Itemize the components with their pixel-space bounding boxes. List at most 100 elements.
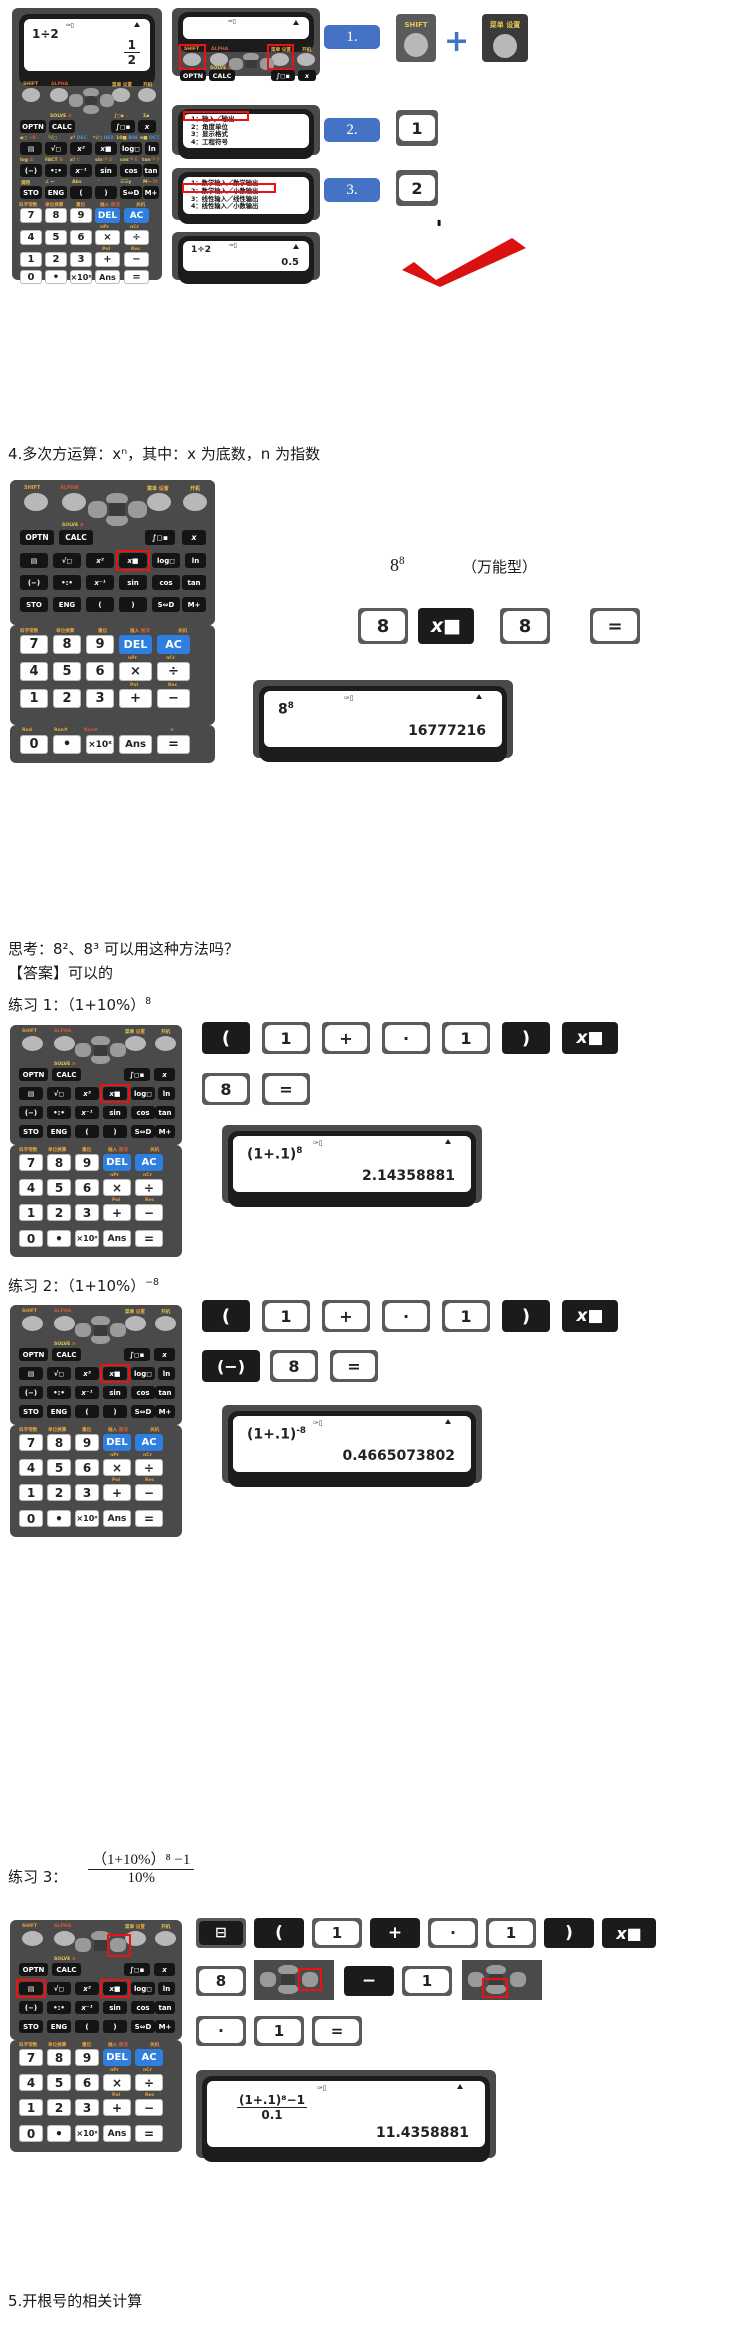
p1-key-negative[interactable]: (−) [19, 1106, 43, 1119]
p1-key-sqrt[interactable]: √◻ [47, 1087, 71, 1100]
p2-key-x[interactable]: x [154, 1348, 175, 1361]
p3-seq-dpad-thumb-2[interactable] [462, 1960, 542, 2000]
p2-dpad-right[interactable] [110, 1323, 126, 1337]
s4-key-cos[interactable]: cos [152, 575, 180, 590]
keycap-menu-illustration[interactable]: 菜单 设置 [482, 14, 528, 62]
io-menu-item-4[interactable]: 4：线性输入／小数输出 [191, 203, 309, 211]
p3-seq-key-plus[interactable]: + [370, 1918, 420, 1948]
p3-key-8[interactable]: 8 [47, 2049, 71, 2066]
p2-key-menu[interactable] [125, 1316, 146, 1331]
panel1-key-calc[interactable]: CALC [209, 70, 235, 81]
p1-key-dms[interactable]: •:• [47, 1106, 71, 1119]
key-alpha[interactable] [50, 88, 68, 102]
panel1-key-alpha[interactable] [210, 53, 228, 66]
s4-key-multiply[interactable]: × [119, 662, 152, 681]
p3-key-paren-open[interactable]: ( [75, 2020, 99, 2033]
p1-key-3[interactable]: 3 [75, 1204, 99, 1221]
p3-thumb1-dpad-down[interactable] [278, 1984, 298, 1994]
key-ln[interactable]: ln [145, 142, 159, 155]
p1-key-equals[interactable]: = [135, 1230, 163, 1247]
panel1-dpad-center[interactable] [245, 60, 257, 68]
s4-key-sd[interactable]: S⇔D [152, 597, 180, 612]
p2-key-power[interactable] [155, 1316, 176, 1331]
p3-key-alpha[interactable] [54, 1931, 75, 1946]
p2-key-alpha[interactable] [54, 1316, 75, 1331]
s4-seq-key-8a[interactable]: 8 [361, 611, 405, 641]
p1-key-ans[interactable]: Ans [103, 1230, 131, 1247]
p3-key-5[interactable]: 5 [47, 2074, 71, 2091]
key-6[interactable]: 6 [70, 230, 92, 245]
key-power[interactable] [138, 88, 156, 102]
key-decimal[interactable]: • [45, 270, 67, 284]
p3-seq-key-dot2[interactable]: · [199, 2019, 243, 2043]
key-del[interactable]: DEL [95, 208, 120, 223]
keycap-2[interactable]: 2 [399, 175, 435, 201]
p3-key-7[interactable]: 7 [19, 2049, 43, 2066]
s4-key-2[interactable]: 2 [53, 689, 81, 708]
p2-seq-key-dot[interactable]: · [385, 1303, 427, 1329]
p3-seq-key-paren-close[interactable]: ) [544, 1918, 594, 1948]
dpad-down[interactable] [83, 105, 99, 114]
p2-seq-key-paren-close[interactable]: ) [502, 1300, 550, 1332]
s4-dpad-center[interactable] [109, 503, 125, 516]
p2-seq-key-xpower[interactable]: x■ [562, 1300, 618, 1332]
p3-thumb1-dpad-left[interactable] [260, 1972, 276, 1987]
p2-key-del[interactable]: DEL [103, 1434, 131, 1451]
p3-key-dms[interactable]: •:• [47, 2001, 71, 2014]
p2-key-0[interactable]: 0 [19, 1510, 43, 1527]
p2-key-shift[interactable] [22, 1316, 43, 1331]
dpad-right[interactable] [100, 94, 114, 107]
s4-key-calc[interactable]: CALC [59, 530, 93, 545]
p2-key-paren-close[interactable]: ) [103, 1405, 127, 1418]
p1-key-8[interactable]: 8 [47, 1154, 71, 1171]
key-multiply[interactable]: × [95, 230, 120, 245]
s4-key-minus[interactable]: − [157, 689, 190, 708]
p2-key-integral[interactable]: ∫◻▪ [124, 1348, 150, 1361]
p1-key-plus[interactable]: + [103, 1204, 131, 1221]
s4-key-del[interactable]: DEL [119, 635, 152, 654]
p1-dpad-center[interactable] [94, 1045, 107, 1056]
p2-key-1[interactable]: 1 [19, 1484, 43, 1501]
key-log[interactable]: log◻ [120, 142, 142, 155]
p2-key-sin[interactable]: sin [103, 1386, 127, 1399]
s4-key-tan[interactable]: tan [182, 575, 206, 590]
s4-key-x-squared[interactable]: x² [86, 553, 114, 568]
p3-key-x[interactable]: x [154, 1963, 175, 1976]
p2-key-dms[interactable]: •:• [47, 1386, 71, 1399]
p1-key-ln[interactable]: ln [158, 1087, 175, 1100]
s4-key-x[interactable]: x [182, 530, 206, 545]
p1-key-tan[interactable]: tan [155, 1106, 175, 1119]
s4-key-ln[interactable]: ln [185, 553, 206, 568]
p3-key-ans[interactable]: Ans [103, 2125, 131, 2142]
p2-seq-key-equals[interactable]: = [333, 1353, 375, 1379]
key-8[interactable]: 8 [45, 208, 67, 223]
p3-seq-key-minus[interactable]: − [344, 1966, 394, 1996]
p3-seq-key-paren-open[interactable]: ( [254, 1918, 304, 1948]
key-menu[interactable] [112, 88, 130, 102]
key-equals[interactable]: = [124, 270, 149, 284]
p2-key-6[interactable]: 6 [75, 1459, 99, 1476]
p1-key-power[interactable] [155, 1036, 176, 1051]
panel1-key-integral[interactable]: ∫◻▪ [271, 70, 295, 81]
p2-seq-key-paren-open[interactable]: ( [202, 1300, 250, 1332]
p2-key-divide[interactable]: ÷ [135, 1459, 163, 1476]
s4-key-sin[interactable]: sin [119, 575, 147, 590]
key-0[interactable]: 0 [20, 270, 42, 284]
p3-key-calc[interactable]: CALC [52, 1963, 81, 1976]
p1-key-calc[interactable]: CALC [52, 1068, 81, 1081]
p2-key-minus[interactable]: − [135, 1484, 163, 1501]
s4-seq-key-8b[interactable]: 8 [503, 611, 547, 641]
p3-key-ln[interactable]: ln [158, 1982, 175, 1995]
p3-key-power[interactable] [155, 1931, 176, 1946]
p3-thumb1-dpad-center[interactable] [281, 1974, 295, 1985]
p3-key-x-squared[interactable]: x² [75, 1982, 99, 1995]
p1-key-optn[interactable]: OPTN [19, 1068, 48, 1081]
key-divide[interactable]: ÷ [124, 230, 149, 245]
key-sto[interactable]: STO [20, 186, 42, 199]
s4-key-power[interactable] [183, 493, 207, 511]
p3-seq-key-8[interactable]: 8 [199, 1969, 243, 1993]
p3-key-4[interactable]: 4 [19, 2074, 43, 2091]
p3-key-2[interactable]: 2 [47, 2099, 71, 2116]
p3-key-plus[interactable]: + [103, 2099, 131, 2116]
s4-seq-key-equals[interactable]: = [593, 611, 637, 641]
